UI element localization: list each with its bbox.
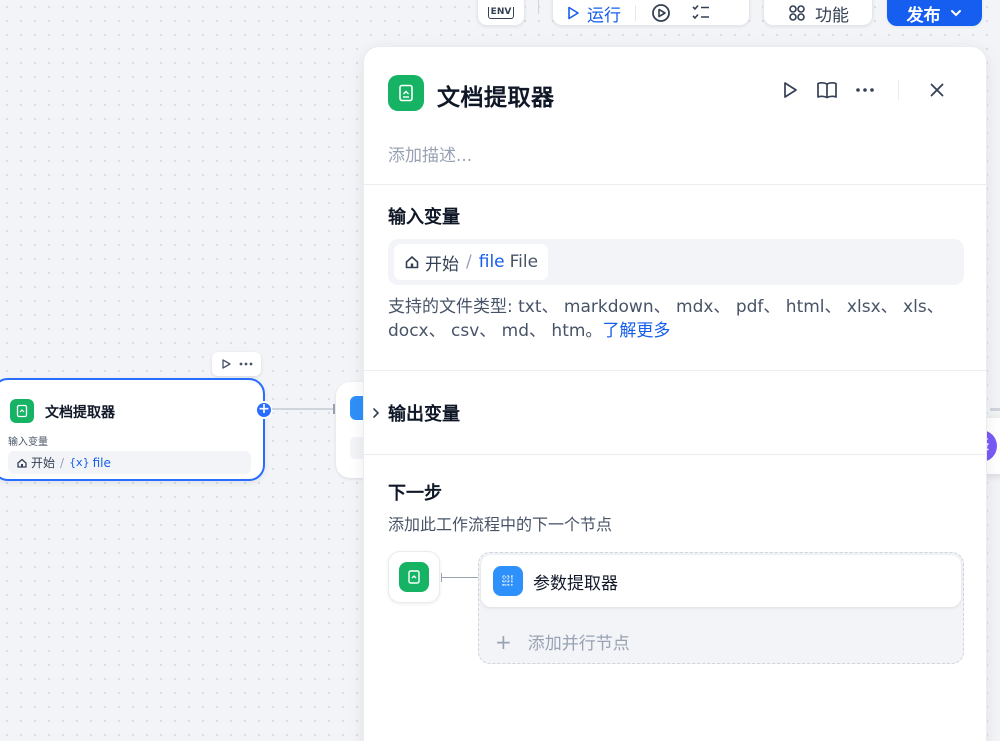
- home-icon: [405, 256, 419, 269]
- variable-icon: {x}: [69, 456, 90, 469]
- next-step-title: 下一步: [388, 483, 442, 504]
- toolbar-divider: [538, 0, 539, 14]
- action-divider: [898, 80, 899, 100]
- doc-extractor-icon: [399, 562, 429, 592]
- more-icon[interactable]: [239, 358, 253, 370]
- doc-extractor-icon: [10, 399, 34, 423]
- var-source: 开始: [425, 254, 459, 275]
- output-section-title[interactable]: 输出变量: [388, 400, 460, 426]
- node-var-name: file: [92, 455, 111, 470]
- run-toolbar: 运行: [552, 0, 750, 26]
- edge-connector: [272, 408, 334, 410]
- add-parallel-node-button[interactable]: + 添加并行节点: [495, 629, 630, 655]
- node-var-source: 开始: [31, 456, 56, 470]
- env-button[interactable]: ENV: [477, 0, 525, 26]
- input-variable-field[interactable]: 开始 / file File: [388, 239, 964, 285]
- chevron-down-icon: [949, 6, 963, 20]
- node-settings-panel: 文档提取器 添加描述... 输入变量 开始 / file File 支持的文件类…: [363, 46, 987, 741]
- publish-button[interactable]: 发布: [887, 0, 982, 26]
- env-icon: ENV: [487, 7, 515, 19]
- run-button-label: 运行: [587, 5, 621, 26]
- param-extractor-icon: [493, 566, 523, 596]
- input-section-title: 输入变量: [388, 207, 460, 228]
- panel-title[interactable]: 文档提取器: [437, 78, 555, 112]
- features-label: 功能: [815, 5, 849, 26]
- add-next-node-button[interactable]: +: [255, 401, 273, 419]
- divider: [364, 370, 986, 371]
- features-icon: [787, 3, 807, 23]
- edge-connector: [990, 408, 1000, 411]
- history-play-icon[interactable]: [650, 2, 672, 24]
- next-node-list: 参数提取器 + 添加并行节点: [478, 552, 964, 664]
- checklist-icon[interactable]: [690, 2, 712, 24]
- node-input-label: 输入变量: [8, 437, 48, 448]
- divider: [364, 454, 986, 455]
- doc-extractor-icon: [388, 75, 424, 111]
- run-button[interactable]: 运行: [565, 1, 621, 26]
- node-run-icon[interactable]: [220, 358, 232, 370]
- edge-handle: [333, 404, 335, 414]
- path-separator: /: [466, 252, 472, 272]
- node-title: 文档提取器: [45, 405, 115, 421]
- plus-icon: +: [495, 629, 512, 654]
- connector-line: [441, 577, 479, 578]
- play-icon: [568, 6, 579, 20]
- features-button[interactable]: 功能: [763, 0, 873, 26]
- more-icon[interactable]: [854, 80, 876, 100]
- next-node-label: 参数提取器: [533, 573, 618, 594]
- next-node-item[interactable]: 参数提取器: [481, 555, 961, 607]
- publish-label: 发布: [906, 5, 941, 26]
- chevron-right-icon[interactable]: [371, 407, 381, 419]
- node-hover-toolbar: [212, 352, 261, 376]
- doc-extractor-node[interactable]: 文档提取器 输入变量 开始 / {x} file: [0, 378, 265, 481]
- var-type: File: [509, 252, 539, 272]
- book-icon[interactable]: [816, 80, 838, 100]
- learn-more-link[interactable]: 了解更多: [602, 321, 670, 341]
- run-node-icon[interactable]: [780, 80, 800, 100]
- toolbar-divider: [635, 5, 636, 21]
- var-name: file: [478, 252, 505, 272]
- node-variable-chip: 开始 / {x} file: [8, 451, 251, 474]
- panel-actions: [780, 80, 947, 100]
- description-input[interactable]: 添加描述...: [388, 141, 472, 166]
- home-icon: [17, 458, 27, 468]
- divider: [364, 184, 986, 185]
- close-icon[interactable]: [927, 80, 947, 100]
- next-step-subtitle: 添加此工作流程中的下一个节点: [388, 515, 613, 534]
- supported-types-text: 支持的文件类型: txt、 markdown、 mdx、 pdf、 html、 …: [388, 295, 968, 343]
- add-parallel-label: 添加并行节点: [527, 634, 630, 654]
- current-node-thumb: [388, 551, 440, 603]
- variable-chip[interactable]: 开始 / file File: [394, 244, 549, 280]
- path-separator: /: [60, 455, 65, 470]
